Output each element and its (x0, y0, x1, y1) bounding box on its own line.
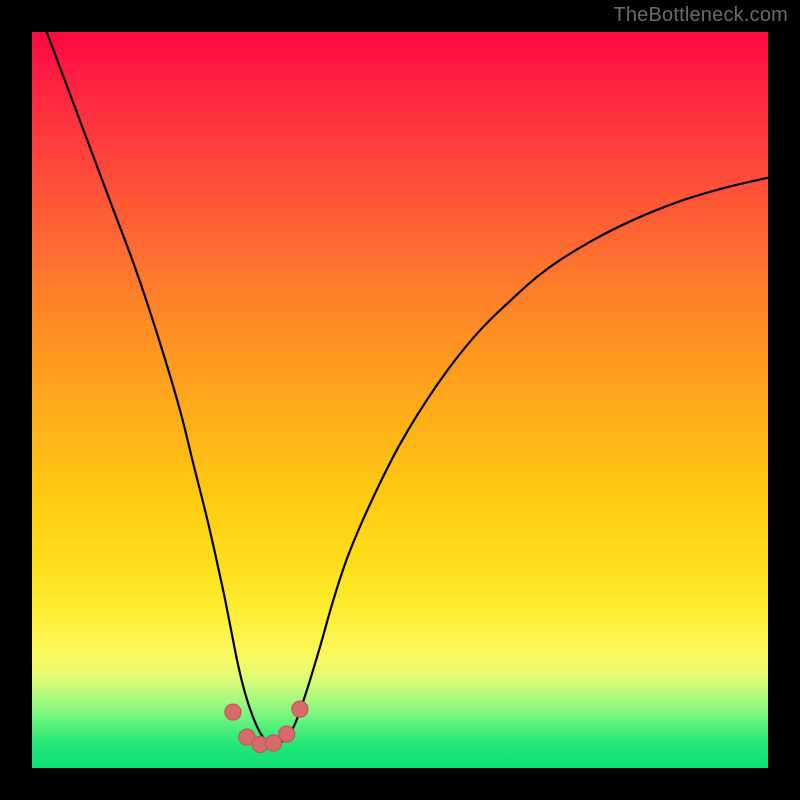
marker-layer (32, 32, 768, 768)
curve-marker (225, 704, 241, 720)
watermark-text: TheBottleneck.com (613, 4, 788, 27)
curve-marker (292, 701, 308, 717)
plot-area (32, 32, 768, 768)
curve-marker (279, 726, 295, 742)
chart-frame: TheBottleneck.com (0, 0, 800, 800)
